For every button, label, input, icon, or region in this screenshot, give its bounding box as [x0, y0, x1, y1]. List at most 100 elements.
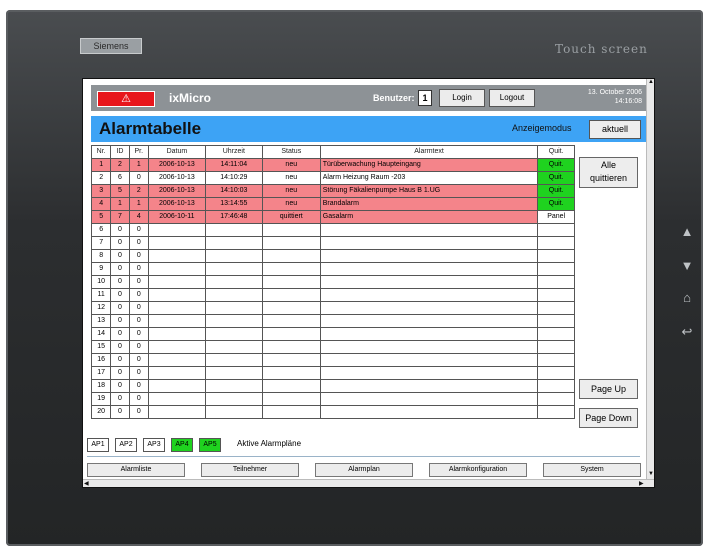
table-row[interactable]: 4 1 1 2006-10-13 13:14:55 neu Brandalarm Quit. [90, 197, 575, 211]
table-row[interactable]: 800 [90, 249, 575, 263]
horizontal-scrollbar[interactable]: ◀ ▶ [83, 479, 654, 487]
table-row[interactable]: 700 [90, 236, 575, 250]
alarm-warning-icon[interactable]: ⚠ [97, 91, 155, 107]
nav-teilnehmer[interactable]: Teilnehmer [201, 463, 299, 477]
col-alarmtext[interactable]: Alarmtext [319, 145, 539, 159]
cell-id: 0 [110, 288, 130, 302]
cell-quit [537, 327, 575, 341]
cell-uhrzeit [204, 340, 263, 354]
alarm-plan-ap3[interactable]: AP3 [143, 438, 165, 452]
table-row[interactable]: 11 0 0 [90, 288, 575, 302]
table-row[interactable]: 18 0 0 [90, 379, 575, 393]
col-nr[interactable]: Nr. [90, 145, 112, 159]
cell-nr: 20 [90, 405, 112, 419]
cell-pr: 2 [128, 184, 149, 198]
col-status[interactable]: Status [261, 145, 321, 159]
table-row[interactable]: 16 0 0 [90, 353, 575, 367]
acknowledge-all-button[interactable]: Alle quittieren [579, 157, 638, 188]
cell-id: 0 [110, 249, 130, 263]
user-value: 1 [418, 90, 432, 106]
cell-uhrzeit: 13:14:55 [204, 197, 263, 211]
cell-status: neu [261, 197, 321, 211]
cell-datum [147, 249, 206, 263]
back-icon[interactable]: ↩ [676, 324, 698, 340]
cell-uhrzeit [204, 249, 263, 263]
vertical-scrollbar[interactable]: ▲ ▼ [646, 79, 654, 479]
cell-quit[interactable]: Panel [537, 210, 575, 224]
table-row[interactable]: 17 0 0 [90, 366, 575, 380]
cell-text: Alarm Heizung Raum -203 [319, 171, 539, 185]
cell-datum [147, 327, 206, 341]
table-row[interactable]: 10 0 0 [90, 275, 575, 289]
cell-uhrzeit [204, 366, 263, 380]
table-row[interactable]: 12 0 0 [90, 301, 575, 315]
cell-id: 0 [110, 236, 130, 250]
table-row[interactable]: 600 [90, 223, 575, 237]
page-up-button[interactable]: Page Up [579, 379, 638, 399]
alarm-plan-ap1[interactable]: AP1 [87, 438, 109, 452]
scroll-right-icon[interactable]: ▶ [639, 480, 644, 487]
cell-nr: 5 [90, 210, 112, 224]
cell-id: 6 [110, 171, 130, 185]
cell-quit[interactable]: Quit. [537, 158, 575, 172]
table-row[interactable]: 13 0 0 [90, 314, 575, 328]
cell-text [319, 392, 539, 406]
cell-nr: 8 [90, 249, 112, 263]
alarm-plan-ap2[interactable]: AP2 [115, 438, 137, 452]
cell-quit [537, 223, 575, 237]
alarm-plan-ap4[interactable]: AP4 [171, 438, 193, 452]
table-row[interactable]: 20 0 0 [90, 405, 575, 419]
col-pr[interactable]: Pr. [128, 145, 149, 159]
scroll-down-icon[interactable]: ▼ [648, 470, 654, 478]
cell-nr: 10 [90, 275, 112, 289]
table-row[interactable]: 19 0 0 [90, 392, 575, 406]
scroll-up-icon[interactable]: ▲ [648, 79, 654, 86]
nav-system[interactable]: System [543, 463, 641, 477]
cell-quit [537, 379, 575, 393]
cell-pr: 1 [128, 197, 149, 211]
table-row[interactable]: 900 [90, 262, 575, 276]
page-down-button[interactable]: Page Down [579, 408, 638, 428]
cell-datum [147, 262, 206, 276]
table-row[interactable]: 15 0 0 [90, 340, 575, 354]
cell-id: 0 [110, 327, 130, 341]
cell-quit[interactable]: Quit. [537, 197, 575, 211]
scroll-left-icon[interactable]: ◀ [84, 480, 89, 487]
arrow-down-icon[interactable]: ▼ [676, 258, 698, 274]
cell-id: 0 [110, 405, 130, 419]
table-row[interactable]: 3 5 2 2006-10-13 14:10:03 neu Störung Fäkalien… [90, 184, 575, 198]
cell-nr: 13 [90, 314, 112, 328]
cell-uhrzeit [204, 301, 263, 315]
cell-quit[interactable]: Quit. [537, 184, 575, 198]
table-row[interactable]: 1 2 1 2006-10-13 14:11:04 neu Türüberwachung H… [90, 158, 575, 172]
col-quit[interactable]: Quit. [537, 145, 575, 159]
login-button[interactable]: Login [439, 89, 485, 107]
cell-datum: 2006-10-13 [147, 158, 206, 172]
cell-status [261, 236, 321, 250]
cell-status [261, 366, 321, 380]
arrow-up-icon[interactable]: ▲ [676, 224, 698, 240]
cell-quit [537, 314, 575, 328]
col-id[interactable]: ID [110, 145, 130, 159]
table-row[interactable]: 14 0 0 [90, 327, 575, 341]
cell-status [261, 223, 321, 237]
home-icon[interactable]: ⌂ [676, 290, 698, 306]
col-uhrzeit[interactable]: Uhrzeit [204, 145, 263, 159]
cell-quit[interactable]: Quit. [537, 171, 575, 185]
nav-alarmplan[interactable]: Alarmplan [315, 463, 413, 477]
display-mode-button[interactable]: aktuell [589, 120, 641, 139]
cell-status [261, 288, 321, 302]
col-datum[interactable]: Datum [147, 145, 206, 159]
cell-datum: 2006-10-11 [147, 210, 206, 224]
cell-pr: 0 [128, 275, 149, 289]
cell-uhrzeit [204, 223, 263, 237]
alarm-plan-ap5[interactable]: AP5 [199, 438, 221, 452]
nav-alarmkonfiguration[interactable]: Alarmkonfiguration [429, 463, 527, 477]
logout-button[interactable]: Logout [489, 89, 535, 107]
table-row[interactable]: 5 7 4 2006-10-11 17:46:48 quittiert Gasalarm Pa… [90, 210, 575, 224]
table-row[interactable]: 2 6 0 2006-10-13 14:10:29 neu Alarm Heizung Ra… [90, 171, 575, 185]
cell-status: neu [261, 184, 321, 198]
cell-datum [147, 301, 206, 315]
cell-text [319, 379, 539, 393]
nav-alarmliste[interactable]: Alarmliste [87, 463, 185, 477]
